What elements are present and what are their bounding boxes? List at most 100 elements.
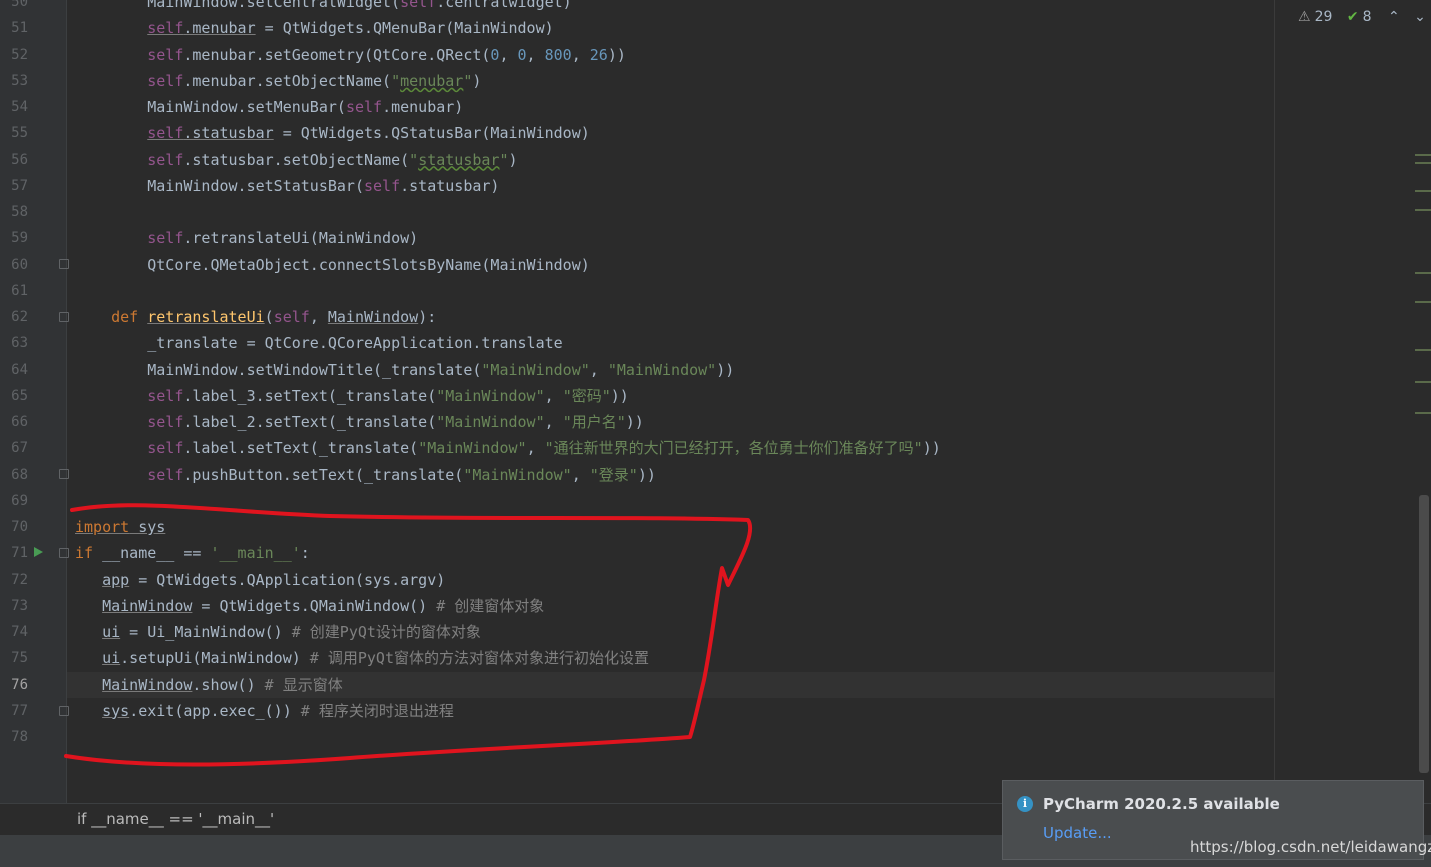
code-line[interactable]: self.label_2.setText(_translate("MainWin… (67, 409, 1274, 435)
code-line[interactable]: self.statusbar.setObjectName("statusbar"… (67, 147, 1274, 173)
breadcrumb[interactable]: if __name__ == '__main__' (77, 810, 274, 828)
line-number: 78 (0, 724, 28, 750)
code-line[interactable]: self.label.setText(_translate("MainWindo… (67, 435, 1274, 461)
line-number: 67 (0, 435, 28, 461)
scroll-marker[interactable] (1415, 190, 1431, 192)
scroll-marker[interactable] (1415, 209, 1431, 211)
code-token: .menubar (183, 19, 255, 37)
vertical-scrollbar[interactable] (1419, 495, 1429, 773)
code-token: " (409, 151, 418, 169)
chevron-up-icon[interactable]: ⌃ (1388, 9, 1400, 25)
code-token: .statusbar (183, 124, 273, 142)
scroll-marker[interactable] (1415, 162, 1431, 164)
fold-marker-icon[interactable] (59, 312, 69, 322)
scroll-marker[interactable] (1415, 154, 1431, 156)
code-line[interactable]: _translate = QtCore.QCoreApplication.tra… (67, 330, 1274, 356)
warning-count: 29 (1315, 9, 1333, 25)
code-line[interactable]: self.pushButton.setText(_translate("Main… (67, 462, 1274, 488)
code-token: '__main__' (210, 544, 300, 562)
code-line[interactable]: MainWindow.setStatusBar(self.statusbar) (67, 173, 1274, 199)
code-line[interactable]: import sys (67, 514, 1274, 540)
code-line[interactable]: QtCore.QMetaObject.connectSlotsByName(Ma… (67, 252, 1274, 278)
code-token: = Ui_MainWindow() (120, 623, 283, 641)
code-token: "MainWindow" (463, 466, 571, 484)
code-line[interactable]: if __name__ == '__main__': (67, 540, 1274, 566)
code-text: app = QtWidgets.QApplication(sys.argv) (75, 567, 445, 593)
code-token: .label_3.setText(_translate( (183, 387, 436, 405)
code-line[interactable]: app = QtWidgets.QApplication(sys.argv) (67, 567, 1274, 593)
line-number: 65 (0, 383, 28, 409)
code-indent (75, 387, 147, 405)
code-token: = QtWidgets.QMenuBar(MainWindow) (256, 19, 554, 37)
code-text: self.statusbar.setObjectName("statusbar"… (75, 147, 518, 173)
code-line[interactable]: def retranslateUi(self, MainWindow): (67, 304, 1274, 330)
update-link[interactable]: Update... (1043, 824, 1112, 842)
code-line[interactable] (67, 488, 1274, 514)
scroll-marker[interactable] (1415, 301, 1431, 303)
fold-marker-icon[interactable] (59, 706, 69, 716)
code-token: __name__ == (102, 544, 210, 562)
inspection-widget[interactable]: ⚠29 ✔8 ⌃ ⌄ (1298, 7, 1430, 27)
code-token: self (147, 19, 183, 37)
code-text: MainWindow.setMenuBar(self.menubar) (75, 94, 463, 120)
code-line[interactable]: ui.setupUi(MainWindow) # 调用PyQt窗体的方法对窗体对… (67, 645, 1274, 671)
run-arrow-icon[interactable] (34, 547, 43, 557)
code-token: "登录" (590, 466, 638, 484)
line-number: 56 (0, 147, 28, 173)
line-number: 60 (0, 252, 28, 278)
code-line[interactable]: self.menubar.setGeometry(QtCore.QRect(0,… (67, 42, 1274, 68)
code-indent (75, 46, 147, 64)
code-token: = QtWidgets.QStatusBar(MainWindow) (274, 124, 590, 142)
code-token: ) (509, 151, 518, 169)
scroll-marker[interactable] (1415, 272, 1431, 274)
scroll-marker[interactable] (1415, 412, 1431, 414)
code-token: "密码" (563, 387, 611, 405)
code-line[interactable] (67, 278, 1274, 304)
code-line[interactable]: MainWindow.setMenuBar(self.menubar) (67, 94, 1274, 120)
code-token: # 调用PyQt窗体的方法对窗体对象进行初始化设置 (301, 649, 649, 667)
code-line[interactable] (67, 199, 1274, 225)
code-text: if __name__ == '__main__': (75, 540, 310, 566)
notification-title: PyCharm 2020.2.5 available (1043, 795, 1280, 813)
code-text: self.pushButton.setText(_translate("Main… (75, 462, 656, 488)
code-line[interactable]: self.label_3.setText(_translate("MainWin… (67, 383, 1274, 409)
code-line[interactable]: self.retranslateUi(MainWindow) (67, 225, 1274, 251)
code-line[interactable]: self.menubar.setObjectName("menubar") (67, 68, 1274, 94)
code-token: )) (716, 361, 734, 379)
code-editor[interactable]: MainWindow.setCentralWidget(self.central… (67, 0, 1431, 803)
code-line[interactable]: MainWindow.setCentralWidget(self.central… (67, 0, 1274, 15)
code-token: statusbar (418, 151, 499, 169)
line-number: 57 (0, 173, 28, 199)
code-text: self.label_2.setText(_translate("MainWin… (75, 409, 644, 435)
fold-marker-icon[interactable] (59, 548, 69, 558)
fold-marker-icon[interactable] (59, 259, 69, 269)
code-token: .menubar.setGeometry(QtCore.QRect( (183, 46, 490, 64)
fold-marker-icon[interactable] (59, 469, 69, 479)
code-line[interactable]: self.menubar = QtWidgets.QMenuBar(MainWi… (67, 15, 1274, 41)
code-token: sys (102, 702, 129, 720)
code-token: .setupUi(MainWindow) (120, 649, 301, 667)
code-line[interactable]: sys.exit(app.exec_()) # 程序关闭时退出进程 (67, 698, 1274, 724)
code-indent (75, 151, 147, 169)
scroll-marker[interactable] (1415, 349, 1431, 351)
code-token: ui (102, 623, 120, 641)
code-token: .statusbar) (400, 177, 499, 195)
code-token: , (527, 46, 545, 64)
code-token: self (346, 98, 382, 116)
code-line[interactable]: MainWindow.show() # 显示窗体 (67, 672, 1274, 698)
code-token: .show() (192, 676, 255, 694)
code-token: "MainWindow" (481, 361, 589, 379)
code-token: , (310, 308, 328, 326)
line-number: 70 (0, 514, 28, 540)
code-line[interactable]: ui = Ui_MainWindow() # 创建PyQt设计的窗体对象 (67, 619, 1274, 645)
code-line[interactable]: MainWindow.setWindowTitle(_translate("Ma… (67, 357, 1274, 383)
chevron-down-icon[interactable]: ⌄ (1414, 9, 1426, 25)
scroll-marker[interactable] (1415, 381, 1431, 383)
code-line[interactable] (67, 724, 1274, 750)
code-text: _translate = QtCore.QCoreApplication.tra… (75, 330, 563, 356)
line-number: 61 (0, 278, 28, 304)
code-token: , (572, 46, 590, 64)
code-line[interactable]: self.statusbar = QtWidgets.QStatusBar(Ma… (67, 120, 1274, 146)
code-line[interactable]: MainWindow = QtWidgets.QMainWindow() # 创… (67, 593, 1274, 619)
code-token: MainWindow.setStatusBar( (147, 177, 364, 195)
